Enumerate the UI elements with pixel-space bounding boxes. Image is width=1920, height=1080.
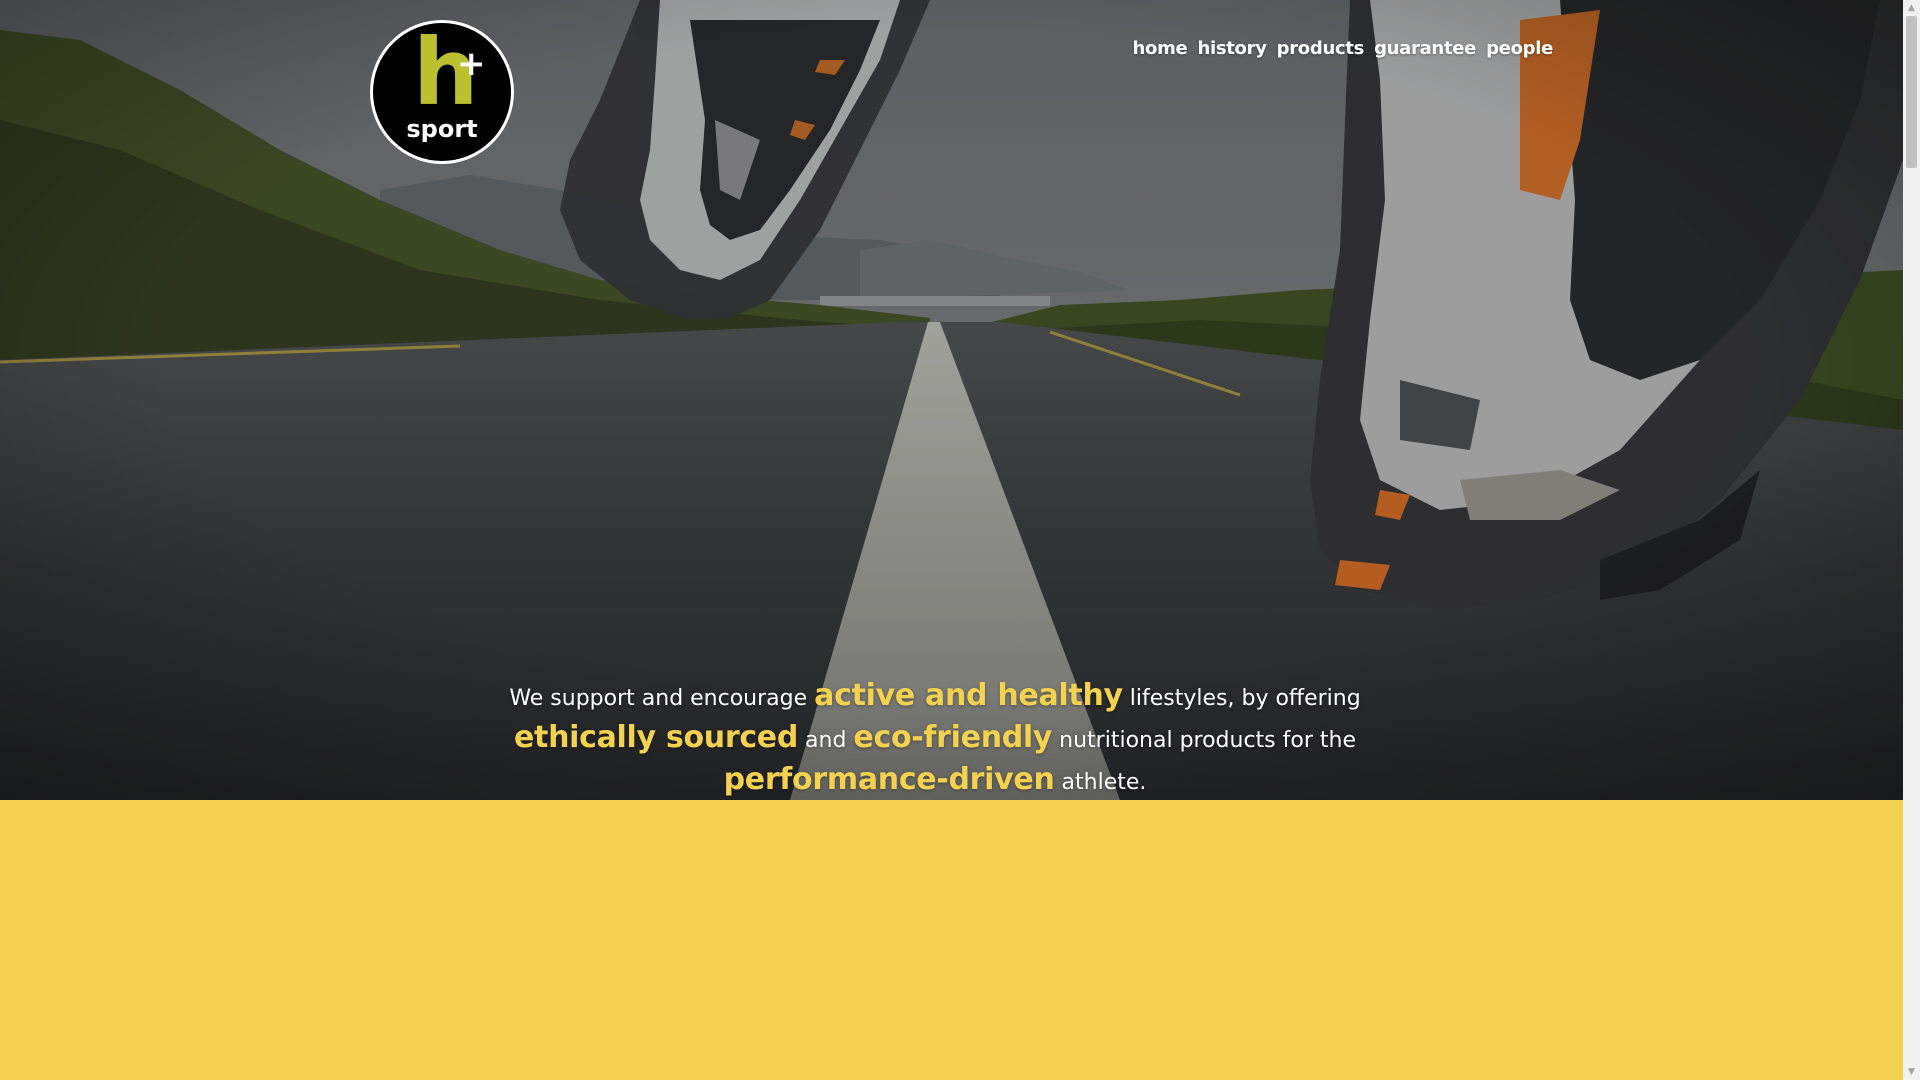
yellow-content-section <box>0 800 1903 1080</box>
hero-tagline: We support and encourage active and heal… <box>500 676 1370 800</box>
nav-people[interactable]: people <box>1486 38 1553 59</box>
tagline-text-1: We support and encourage <box>509 686 808 711</box>
main-nav: home history products guarantee people <box>1133 38 1554 59</box>
scroll-up-icon[interactable]: ▲ <box>1903 0 1920 16</box>
tagline-text-4: nutritional products for the <box>1059 728 1356 753</box>
page: h + sport home history products guarante… <box>0 0 1920 1080</box>
nav-history[interactable]: history <box>1197 38 1266 59</box>
hsport-logo[interactable]: h + sport <box>370 20 514 164</box>
tagline-text-2: lifestyles, by offering <box>1129 686 1361 711</box>
hero-section: h + sport home history products guarante… <box>0 0 1903 800</box>
logo-plus: + <box>457 44 486 84</box>
nav-products[interactable]: products <box>1277 38 1365 59</box>
tagline-highlight-active-healthy: active and healthy <box>814 678 1123 713</box>
page-scrollbar[interactable]: ▲ ▼ <box>1903 0 1920 1080</box>
scroll-thumb[interactable] <box>1906 16 1917 168</box>
nav-guarantee[interactable]: guarantee <box>1374 38 1476 59</box>
tagline-text-3: and <box>805 728 847 753</box>
nav-home[interactable]: home <box>1133 38 1188 59</box>
tagline-highlight-performance-driven: performance-driven <box>723 762 1055 797</box>
tagline-text-5: athlete. <box>1061 770 1147 795</box>
tagline-highlight-ethically-sourced: ethically sourced <box>513 720 799 755</box>
viewport: h + sport home history products guarante… <box>0 0 1903 1080</box>
tagline-highlight-eco-friendly: eco-friendly <box>853 720 1053 755</box>
logo-wordmark: sport <box>406 115 478 143</box>
scroll-down-icon[interactable]: ▼ <box>1903 1064 1920 1080</box>
